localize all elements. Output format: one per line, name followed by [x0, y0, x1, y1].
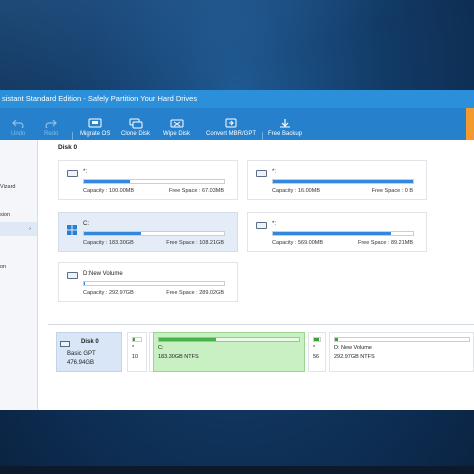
segment-name: D: New Volume: [334, 345, 372, 351]
drive-icon: [67, 170, 78, 177]
partition-card[interactable]: D:New Volume Capacity : 292.97GB Free Sp…: [58, 262, 238, 302]
redo-icon: [44, 117, 58, 129]
wipe-disk-icon: [170, 117, 184, 129]
partition-card[interactable]: *: Capacity : 569.00MB Free Space : 89.2…: [247, 212, 427, 252]
partition-capacity: Capacity : 100.00MB: [83, 188, 135, 194]
partition-free-space: Free Space : 89.21MB: [357, 240, 413, 246]
drive-icon: [256, 170, 267, 177]
taskbar: [0, 466, 474, 474]
clone-disk-button[interactable]: Clone Disk: [121, 117, 150, 137]
partition-capacity: Capacity : 183.30GB: [83, 240, 134, 246]
disk-type: Basic GPT: [67, 351, 96, 357]
disk-segment[interactable]: D: New Volume 292.97GB NTFS: [329, 332, 474, 372]
segment-size: 183.30GB NTFS: [158, 354, 199, 360]
disk-header: Disk 0: [58, 144, 78, 151]
partition-card[interactable]: *: Capacity : 16.00MB Free Space : 0 B: [247, 160, 427, 200]
segment-fill: [159, 338, 217, 341]
main-panel: Disk 0 *: Capacity : 100.00MB Free Space…: [48, 140, 474, 410]
partition-capacity: Capacity : 569.00MB: [272, 240, 324, 246]
usage-bar: [272, 179, 414, 184]
redo-button[interactable]: Redo: [44, 117, 58, 137]
segment-name: *: [313, 345, 316, 351]
disk-segment[interactable]: * 56: [308, 332, 326, 372]
usage-bar: [272, 231, 414, 236]
segment-bar: [132, 337, 142, 342]
disk-label: Disk 0: [81, 339, 99, 345]
disk-segment[interactable]: * 10: [127, 332, 147, 372]
partition-card[interactable]: *: Capacity : 100.00MB Free Space : 67.0…: [58, 160, 238, 200]
undo-icon: [11, 117, 25, 129]
usage-fill: [84, 282, 86, 285]
segment-bar: [158, 337, 300, 342]
segment-fill: [133, 338, 136, 341]
free-backup-label: Free Backup: [268, 131, 303, 137]
partition-name: *:: [272, 221, 277, 227]
partition-card-selected[interactable]: C: Capacity : 183.30GB Free Space : 108.…: [58, 212, 238, 252]
segment-fill: [314, 338, 320, 341]
sidebar-item[interactable]: [0, 246, 37, 260]
segment-bar: [334, 337, 470, 342]
undo-label: Undo: [11, 131, 26, 137]
sidebar-item-selected[interactable]: ›: [0, 222, 37, 236]
partition-free-space: Free Space : 67.03MB: [168, 188, 224, 194]
partition-name: *:: [83, 169, 88, 175]
drive-icon: [256, 222, 267, 229]
disk-segment-selected[interactable]: C: 183.30GB NTFS: [153, 332, 305, 372]
segment-size: 10: [132, 354, 139, 360]
usage-fill: [84, 232, 142, 235]
upgrade-tab[interactable]: [466, 108, 474, 140]
usage-bar: [83, 231, 225, 236]
segment-size: 56: [313, 354, 320, 360]
backup-icon: [278, 117, 292, 129]
toolbar: Undo Redo Migrate OS Clone Disk Wipe Dis…: [0, 108, 474, 156]
hard-disk-icon: [60, 341, 70, 347]
usage-bar: [83, 179, 225, 184]
usage-fill: [273, 232, 391, 235]
chevron-right-icon: ›: [29, 226, 31, 232]
redo-label: Redo: [44, 131, 59, 137]
drive-icon: [67, 272, 78, 279]
free-backup-button[interactable]: Free Backup: [268, 117, 302, 137]
partition-capacity: Capacity : 16.00MB: [272, 188, 320, 194]
usage-fill: [273, 180, 413, 183]
wipe-disk-button[interactable]: Wipe Disk: [163, 117, 190, 137]
panel-divider[interactable]: [48, 324, 474, 325]
partition-name: *:: [272, 169, 277, 175]
sidebar-item-version[interactable]: sion: [0, 208, 37, 222]
clone-disk-icon: [129, 117, 143, 129]
convert-mbr-gpt-label: Convert MBR/GPT: [206, 131, 257, 137]
wipe-disk-label: Wipe Disk: [163, 131, 191, 137]
segment-name: C:: [158, 345, 164, 351]
sidebar-item-wizard[interactable]: Vizard: [0, 180, 37, 194]
convert-mbr-gpt-button[interactable]: Convert MBR/GPT: [206, 117, 256, 137]
undo-button[interactable]: Undo: [11, 117, 25, 137]
usage-fill: [84, 180, 131, 183]
disk-info[interactable]: Disk 0 Basic GPT 476.94GB: [56, 332, 122, 372]
windows-icon: [67, 222, 78, 235]
convert-icon: [224, 117, 238, 129]
disk-map: Disk 0 Basic GPT 476.94GB * 10 * 16 C: 1…: [48, 332, 474, 380]
desktop-wallpaper: [0, 0, 474, 90]
clone-disk-label: Clone Disk: [121, 131, 151, 137]
partition-name: D:New Volume: [83, 271, 123, 277]
migrate-os-label: Migrate OS: [80, 131, 111, 137]
segment-bar: [313, 337, 321, 342]
segment-fill: [335, 338, 338, 341]
partition-free-space: Free Space : 108.21GB: [166, 240, 224, 246]
migrate-os-icon: [88, 117, 102, 129]
sidebar-item-on[interactable]: on: [0, 260, 37, 274]
sidebar-item[interactable]: [0, 194, 37, 208]
disk-size: 476.94GB: [67, 360, 95, 366]
usage-bar: [83, 281, 225, 286]
partition-name: C:: [83, 221, 89, 227]
partition-capacity: Capacity : 292.97GB: [83, 290, 134, 296]
segment-name: *: [132, 345, 135, 351]
partition-free-space: Free Space : 289.02GB: [166, 290, 224, 296]
sidebar: Vizard sion › on: [0, 140, 38, 410]
partition-free-space: Free Space : 0 B: [371, 188, 413, 194]
app-window: sistant Standard Edition - Safely Partit…: [0, 90, 474, 410]
segment-size: 292.97GB NTFS: [334, 354, 375, 360]
migrate-os-button[interactable]: Migrate OS: [80, 117, 110, 137]
window-title: sistant Standard Edition - Safely Partit…: [0, 90, 474, 108]
